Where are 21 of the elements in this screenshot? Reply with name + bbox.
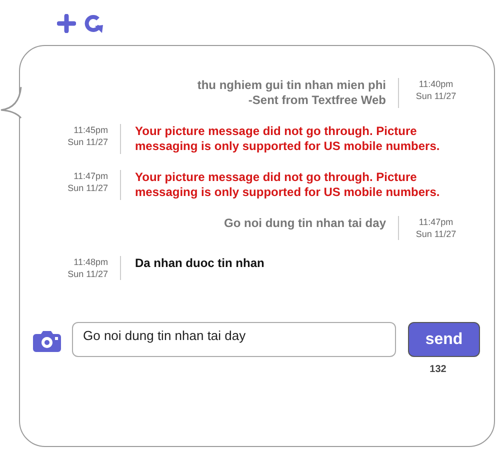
message-time: 11:40pm [418, 78, 454, 90]
message-date: Sun 11/27 [66, 268, 108, 280]
character-counter: 132 [428, 363, 448, 377]
message-time: 11:47pm [72, 170, 108, 182]
message-time: 11:45pm [72, 124, 108, 136]
message-date: Sun 11/27 [66, 182, 108, 194]
message-input[interactable]: Go noi dung tin nhan tai day [72, 322, 396, 357]
message-date: Sun 11/27 [414, 228, 458, 240]
message-time: 11:47pm [418, 216, 454, 228]
camera-icon[interactable] [32, 330, 62, 352]
send-button[interactable]: send [408, 322, 480, 357]
message-text: thu nghiem gui tin nhan mien phi -Sent from Textfree Web [196, 78, 386, 108]
message-text: Go noi dung tin nhan tai day [223, 216, 386, 231]
error-message: Your picture message did not go through. Picture messaging is only supported for US mobile numbers. [135, 170, 441, 200]
message-date: Sun 11/27 [66, 136, 108, 148]
error-message: Your picture message did not go through. Picture messaging is only supported for US mobile numbers. [135, 124, 441, 154]
message-time: 11:48pm [72, 256, 108, 268]
refresh-icon[interactable] [84, 14, 104, 33]
add-icon[interactable] [57, 14, 76, 33]
message-text: Da nhan duoc tin nhan [135, 256, 266, 271]
message-date: Sun 11/27 [414, 90, 458, 102]
